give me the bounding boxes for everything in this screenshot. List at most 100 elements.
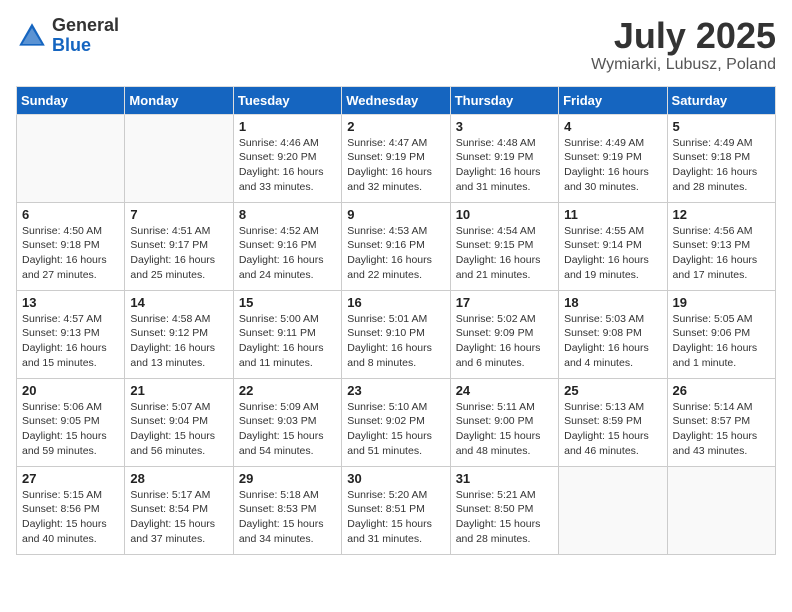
cell-content: Sunrise: 4:48 AM Sunset: 9:19 PM Dayligh… [456,136,553,195]
calendar-cell: 13Sunrise: 4:57 AM Sunset: 9:13 PM Dayli… [17,290,125,378]
calendar-week-0: 1Sunrise: 4:46 AM Sunset: 9:20 PM Daylig… [17,114,776,202]
calendar-cell: 23Sunrise: 5:10 AM Sunset: 9:02 PM Dayli… [342,378,450,466]
cell-content: Sunrise: 5:02 AM Sunset: 9:09 PM Dayligh… [456,312,553,371]
day-header-saturday: Saturday [667,86,775,114]
calendar-cell: 14 Sunrise: 4:58 AM Sunset: 9:12 PM Dayli… [125,290,233,378]
day-header-sunday: Sunday [17,86,125,114]
calendar-cell: 24Sunrise: 5:11 AM Sunset: 9:00 PM Dayli… [450,378,558,466]
day-number: 8 [239,207,336,222]
cell-content: Sunrise: 5:06 AM Sunset: 9:05 PM Dayligh… [22,400,119,459]
cell-content: Sunrise: 4:52 AM Sunset: 9:16 PM Dayligh… [239,224,336,283]
day-header-thursday: Thursday [450,86,558,114]
cell-content: Sunrise: 4:53 AM Sunset: 9:16 PM Dayligh… [347,224,444,283]
logo-blue-text: Blue [52,36,119,56]
day-number: 23 [347,383,444,398]
calendar-cell [125,114,233,202]
day-header-friday: Friday [559,86,667,114]
calendar-cell: 2 Sunrise: 4:47 AM Sunset: 9:19 PM Daylig… [342,114,450,202]
calendar-cell: 6 Sunrise: 4:50 AM Sunset: 9:18 PM Daylig… [17,202,125,290]
day-number: 19 [673,295,770,310]
calendar-cell: 16 Sunrise: 5:01 AM Sunset: 9:10 PM Dayli… [342,290,450,378]
calendar-cell: 11Sunrise: 4:55 AM Sunset: 9:14 PM Dayli… [559,202,667,290]
calendar-cell: 30Sunrise: 5:20 AM Sunset: 8:51 PM Dayli… [342,466,450,554]
day-number: 9 [347,207,444,222]
cell-content: Sunrise: 5:00 AM Sunset: 9:11 PM Dayligh… [239,312,336,371]
calendar-cell: 28Sunrise: 5:17 AM Sunset: 8:54 PM Dayli… [125,466,233,554]
calendar-cell: 5Sunrise: 4:49 AM Sunset: 9:18 PM Daylig… [667,114,775,202]
logo-general-text: General [52,16,119,36]
day-number: 15 [239,295,336,310]
day-header-tuesday: Tuesday [233,86,341,114]
day-number: 10 [456,207,553,222]
cell-content: Sunrise: 4:49 AM Sunset: 9:19 PM Dayligh… [564,136,661,195]
day-number: 16 [347,295,444,310]
day-number: 26 [673,383,770,398]
calendar-cell: 27 Sunrise: 5:15 AM Sunset: 8:56 PM Dayli… [17,466,125,554]
day-number: 7 [130,207,227,222]
location-subtitle: Wymiarki, Lubusz, Poland [591,56,776,74]
calendar-week-2: 13Sunrise: 4:57 AM Sunset: 9:13 PM Dayli… [17,290,776,378]
day-number: 20 [22,383,119,398]
calendar-cell: 10 Sunrise: 4:54 AM Sunset: 9:15 PM Dayli… [450,202,558,290]
day-number: 2 [347,119,444,134]
calendar-header: SundayMondayTuesdayWednesdayThursdayFrid… [17,86,776,114]
day-number: 29 [239,471,336,486]
day-number: 11 [564,207,661,222]
day-number: 25 [564,383,661,398]
calendar-table: SundayMondayTuesdayWednesdayThursdayFrid… [16,86,776,555]
cell-content: Sunrise: 4:51 AM Sunset: 9:17 PM Dayligh… [130,224,227,283]
cell-content: Sunrise: 4:50 AM Sunset: 9:18 PM Dayligh… [22,224,119,283]
cell-content: Sunrise: 5:14 AM Sunset: 8:57 PM Dayligh… [673,400,770,459]
cell-content: Sunrise: 5:09 AM Sunset: 9:03 PM Dayligh… [239,400,336,459]
cell-content: Sunrise: 4:49 AM Sunset: 9:18 PM Dayligh… [673,136,770,195]
day-number: 14 [130,295,227,310]
cell-content: Sunrise: 5:15 AM Sunset: 8:56 PM Dayligh… [22,488,119,547]
cell-content: Sunrise: 5:01 AM Sunset: 9:10 PM Dayligh… [347,312,444,371]
calendar-cell: 7 Sunrise: 4:51 AM Sunset: 9:17 PM Daylig… [125,202,233,290]
calendar-week-1: 6 Sunrise: 4:50 AM Sunset: 9:18 PM Daylig… [17,202,776,290]
day-number: 27 [22,471,119,486]
calendar-cell: 9 Sunrise: 4:53 AM Sunset: 9:16 PM Daylig… [342,202,450,290]
cell-content: Sunrise: 4:57 AM Sunset: 9:13 PM Dayligh… [22,312,119,371]
day-number: 6 [22,207,119,222]
calendar-body: 1Sunrise: 4:46 AM Sunset: 9:20 PM Daylig… [17,114,776,554]
day-number: 12 [673,207,770,222]
cell-content: Sunrise: 5:03 AM Sunset: 9:08 PM Dayligh… [564,312,661,371]
cell-content: Sunrise: 4:56 AM Sunset: 9:13 PM Dayligh… [673,224,770,283]
day-header-monday: Monday [125,86,233,114]
calendar-cell: 3 Sunrise: 4:48 AM Sunset: 9:19 PM Daylig… [450,114,558,202]
calendar-cell: 21Sunrise: 5:07 AM Sunset: 9:04 PM Dayli… [125,378,233,466]
cell-content: Sunrise: 4:46 AM Sunset: 9:20 PM Dayligh… [239,136,336,195]
day-number: 30 [347,471,444,486]
calendar-cell: 17 Sunrise: 5:02 AM Sunset: 9:09 PM Dayli… [450,290,558,378]
cell-content: Sunrise: 5:18 AM Sunset: 8:53 PM Dayligh… [239,488,336,547]
calendar-cell: 22 Sunrise: 5:09 AM Sunset: 9:03 PM Dayli… [233,378,341,466]
day-number: 4 [564,119,661,134]
cell-content: Sunrise: 4:47 AM Sunset: 9:19 PM Dayligh… [347,136,444,195]
calendar-cell: 8 Sunrise: 4:52 AM Sunset: 9:16 PM Daylig… [233,202,341,290]
calendar-cell: 18Sunrise: 5:03 AM Sunset: 9:08 PM Dayli… [559,290,667,378]
calendar-cell: 4 Sunrise: 4:49 AM Sunset: 9:19 PM Daylig… [559,114,667,202]
page-header: General Blue July 2025 Wymiarki, Lubusz,… [16,16,776,74]
calendar-cell: 1Sunrise: 4:46 AM Sunset: 9:20 PM Daylig… [233,114,341,202]
calendar-cell [667,466,775,554]
title-block: July 2025 Wymiarki, Lubusz, Poland [591,16,776,74]
calendar-cell: 31Sunrise: 5:21 AM Sunset: 8:50 PM Dayli… [450,466,558,554]
calendar-week-3: 20 Sunrise: 5:06 AM Sunset: 9:05 PM Dayli… [17,378,776,466]
header-row: SundayMondayTuesdayWednesdayThursdayFrid… [17,86,776,114]
cell-content: Sunrise: 5:17 AM Sunset: 8:54 PM Dayligh… [130,488,227,547]
calendar-cell: 29 Sunrise: 5:18 AM Sunset: 8:53 PM Dayli… [233,466,341,554]
day-number: 22 [239,383,336,398]
day-number: 24 [456,383,553,398]
calendar-cell: 20 Sunrise: 5:06 AM Sunset: 9:05 PM Dayli… [17,378,125,466]
day-number: 17 [456,295,553,310]
day-number: 3 [456,119,553,134]
calendar-cell: 19 Sunrise: 5:05 AM Sunset: 9:06 PM Dayli… [667,290,775,378]
cell-content: Sunrise: 4:54 AM Sunset: 9:15 PM Dayligh… [456,224,553,283]
day-number: 21 [130,383,227,398]
calendar-cell: 15 Sunrise: 5:00 AM Sunset: 9:11 PM Dayli… [233,290,341,378]
cell-content: Sunrise: 5:13 AM Sunset: 8:59 PM Dayligh… [564,400,661,459]
cell-content: Sunrise: 5:05 AM Sunset: 9:06 PM Dayligh… [673,312,770,371]
cell-content: Sunrise: 4:58 AM Sunset: 9:12 PM Dayligh… [130,312,227,371]
calendar-cell: 26 Sunrise: 5:14 AM Sunset: 8:57 PM Dayli… [667,378,775,466]
